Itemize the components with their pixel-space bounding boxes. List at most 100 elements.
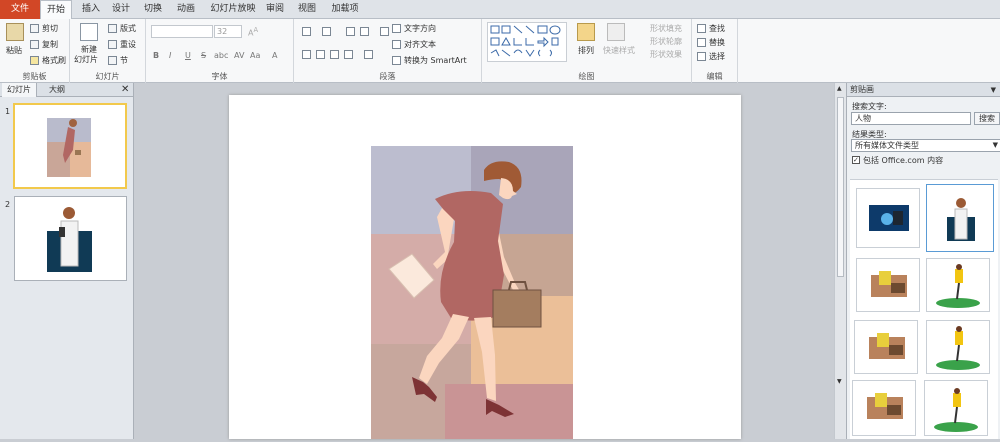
- tab-design[interactable]: 设计: [106, 0, 136, 19]
- quick-styles-icon[interactable]: [607, 23, 625, 41]
- new-slide-label-2[interactable]: 幻灯片: [74, 54, 98, 65]
- cut-icon[interactable]: [30, 24, 39, 33]
- new-slide-icon[interactable]: [80, 23, 98, 41]
- arrange-icon[interactable]: [577, 23, 595, 41]
- align-text-button[interactable]: 对齐文本: [404, 39, 436, 50]
- grow-font-icon[interactable]: AA: [248, 26, 258, 38]
- find-button[interactable]: 查找: [709, 23, 725, 34]
- shapes-gallery[interactable]: [487, 22, 567, 62]
- char-spacing-button[interactable]: AV: [234, 51, 244, 60]
- section-icon[interactable]: [108, 56, 117, 65]
- select-button[interactable]: 选择: [709, 51, 725, 62]
- tab-outline[interactable]: 大纲: [44, 83, 70, 97]
- copy-icon[interactable]: [30, 40, 39, 49]
- bold-button[interactable]: B: [153, 51, 159, 60]
- font-size-select[interactable]: 32: [214, 25, 242, 38]
- scrollbar-thumb[interactable]: [837, 97, 844, 277]
- copy-button[interactable]: 复制: [42, 39, 58, 50]
- shape-fill-button[interactable]: 形状填充: [650, 23, 682, 34]
- vertical-scrollbar[interactable]: ▲ ▼: [834, 83, 846, 439]
- clip-result-item[interactable]: [926, 258, 990, 312]
- shape-effects-button[interactable]: 形状效果: [650, 49, 682, 60]
- align-center-icon[interactable]: [316, 50, 325, 59]
- slide-canvas[interactable]: [229, 95, 741, 439]
- tab-home[interactable]: 开始: [40, 0, 72, 20]
- font-group-label: 字体: [211, 72, 228, 81]
- change-case-button[interactable]: Aa: [250, 51, 260, 60]
- columns-icon[interactable]: [364, 50, 373, 59]
- scroll-up-icon[interactable]: ▲: [837, 85, 844, 92]
- tab-view[interactable]: 视图: [292, 0, 322, 19]
- smartart-icon[interactable]: [392, 56, 401, 65]
- bullets-icon[interactable]: [302, 27, 311, 36]
- clip-result-item[interactable]: [856, 188, 920, 248]
- tab-slides[interactable]: 幻灯片: [2, 83, 37, 97]
- workspace: 幻灯片 大纲 ✕ 1 2 ▲ ▼ 剪贴画 ▼ 搜索文字: 人物 搜索 结果类型:…: [0, 83, 1000, 439]
- line-spacing-icon[interactable]: [380, 27, 389, 36]
- shadow-button[interactable]: abc: [214, 51, 228, 60]
- cut-button[interactable]: 剪切: [42, 23, 58, 34]
- include-office-checkbox[interactable]: ✓: [852, 156, 860, 164]
- text-direction-icon[interactable]: [392, 24, 401, 33]
- strikethrough-button[interactable]: S: [201, 51, 206, 60]
- layout-icon[interactable]: [108, 24, 117, 33]
- close-icon[interactable]: ✕: [121, 84, 129, 95]
- arrange-button[interactable]: 排列: [578, 45, 594, 56]
- quick-styles-button[interactable]: 快速样式: [603, 45, 635, 56]
- tab-slideshow[interactable]: 幻灯片放映: [205, 0, 261, 19]
- italic-button[interactable]: I: [169, 51, 171, 60]
- scroll-down-icon[interactable]: ▼: [837, 378, 844, 390]
- clip-pane-title-bar: 剪贴画 ▼: [847, 83, 1000, 97]
- clip-art-woman-briefcase[interactable]: [229, 95, 741, 439]
- tab-transitions[interactable]: 切换: [138, 0, 168, 19]
- font-color-button[interactable]: A: [272, 51, 277, 60]
- slide-thumbnail-1[interactable]: [13, 103, 127, 189]
- thumbnail-tabs: 幻灯片 大纲 ✕: [0, 83, 133, 97]
- clip-result-item[interactable]: [856, 258, 920, 312]
- tab-file[interactable]: 文件: [0, 0, 40, 19]
- tab-animations[interactable]: 动画: [170, 0, 202, 19]
- align-right-icon[interactable]: [330, 50, 339, 59]
- slide-thumbnail-2[interactable]: [14, 196, 127, 281]
- paragraph-group-label: 段落: [379, 72, 396, 81]
- increase-indent-icon[interactable]: [360, 27, 369, 36]
- clip-result-item[interactable]: [852, 380, 916, 436]
- reset-icon[interactable]: [108, 40, 117, 49]
- search-button[interactable]: 搜索: [974, 112, 1000, 125]
- layout-button[interactable]: 版式: [120, 23, 136, 34]
- select-icon[interactable]: [697, 52, 706, 61]
- clip-result-item[interactable]: [926, 320, 990, 374]
- paste-button[interactable]: 粘贴: [6, 45, 22, 56]
- font-family-select[interactable]: [151, 25, 213, 38]
- results-type-select[interactable]: 所有媒体文件类型 ▼: [851, 139, 1000, 152]
- section-button[interactable]: 节: [120, 55, 128, 66]
- numbering-icon[interactable]: [322, 27, 331, 36]
- shape-outline-button[interactable]: 形状轮廓: [650, 36, 682, 47]
- format-painter-icon[interactable]: [30, 56, 39, 65]
- clip-result-item[interactable]: [854, 320, 918, 374]
- ribbon: 粘贴 剪切 复制 格式刷 剪贴板 新建 幻灯片 版式 重设 节 幻灯片 32 A…: [0, 19, 1000, 83]
- smartart-button[interactable]: 转换为 SmartArt: [404, 55, 467, 66]
- paste-icon[interactable]: [6, 23, 24, 41]
- text-direction-button[interactable]: 文字方向: [404, 23, 436, 34]
- tab-addins[interactable]: 加载项: [327, 0, 363, 19]
- replace-icon[interactable]: [697, 38, 706, 47]
- search-input[interactable]: 人物: [851, 112, 971, 125]
- editing-group-label: 编辑: [706, 72, 723, 81]
- tab-insert[interactable]: 插入: [76, 0, 106, 19]
- replace-button[interactable]: 替换: [709, 37, 725, 48]
- underline-button[interactable]: U: [185, 51, 191, 60]
- tab-review[interactable]: 审阅: [262, 0, 288, 19]
- align-left-icon[interactable]: [302, 50, 311, 59]
- align-text-icon[interactable]: [392, 40, 401, 49]
- drawing-group: 排列 快速样式 形状填充 形状轮廓 形状效果 绘图: [482, 19, 692, 83]
- chevron-down-icon[interactable]: ▼: [993, 140, 998, 151]
- format-painter-button[interactable]: 格式刷: [42, 55, 66, 66]
- justify-icon[interactable]: [344, 50, 353, 59]
- pane-menu-icon[interactable]: ▼: [991, 83, 996, 97]
- decrease-indent-icon[interactable]: [346, 27, 355, 36]
- clip-result-item-selected[interactable]: [926, 184, 994, 252]
- find-icon[interactable]: [697, 24, 706, 33]
- reset-button[interactable]: 重设: [120, 39, 136, 50]
- clip-result-item[interactable]: [924, 380, 988, 436]
